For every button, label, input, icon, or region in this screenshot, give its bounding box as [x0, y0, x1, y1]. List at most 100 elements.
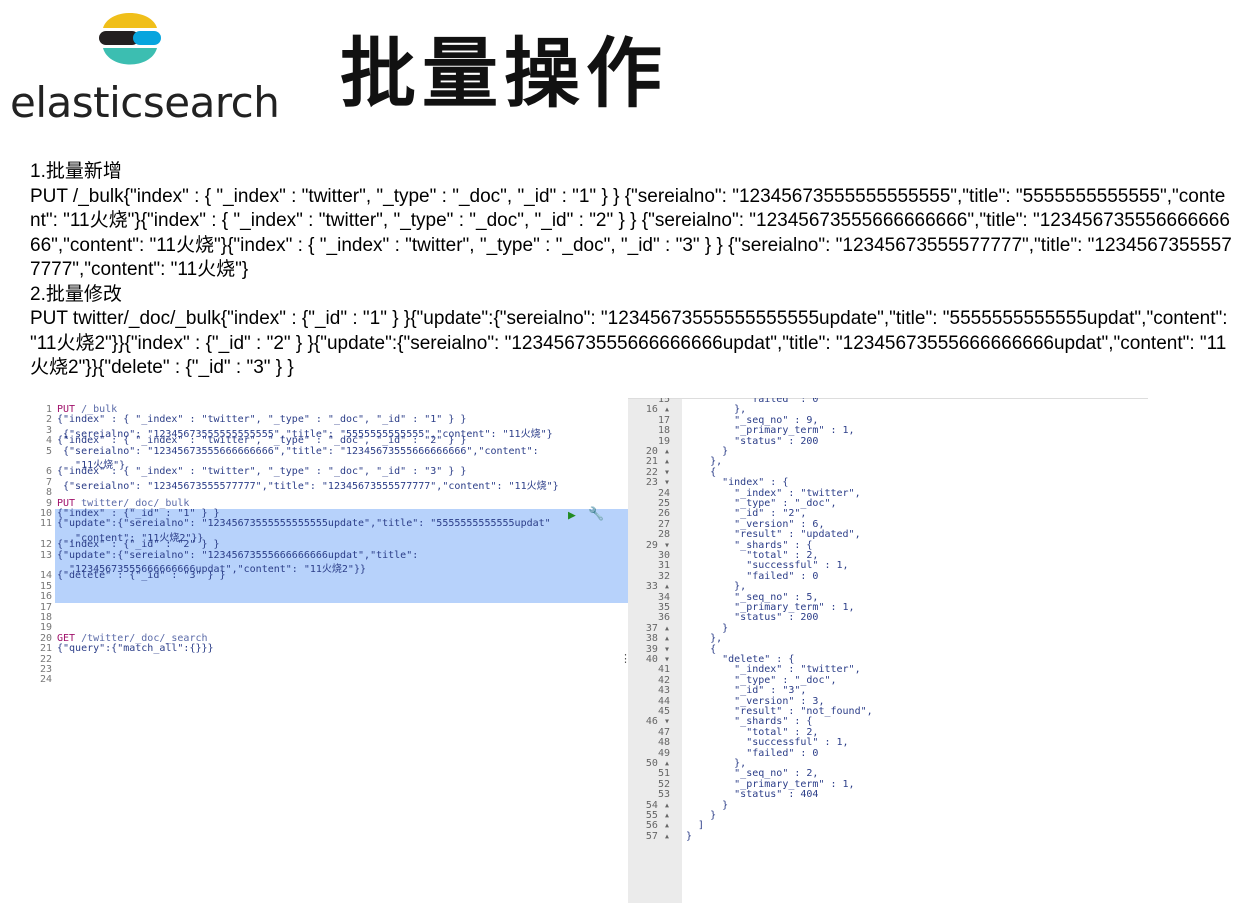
code-line[interactable]: PUT /_bulk	[57, 404, 117, 415]
response-line-number: 54 ▴	[645, 799, 670, 811]
response-line: "_seq_no" : 2,	[686, 768, 819, 780]
elasticsearch-logo-icon	[99, 13, 161, 65]
line-number: 18	[39, 612, 52, 623]
logo-wordmark: elasticsearch	[10, 78, 280, 127]
line-number: 2	[45, 414, 52, 426]
code-line[interactable]: {"index" : { "_index" : "twitter", "_typ…	[57, 435, 466, 446]
code-line[interactable]: {"index" : {"_id" : "1" } }	[57, 508, 220, 519]
response-line: ]	[686, 820, 705, 832]
line-number: 13	[39, 549, 52, 561]
response-line: },	[686, 758, 747, 769]
code-line[interactable]: {"index" : {"_id" : "2" } }	[57, 539, 220, 550]
response-line: "total" : 2,	[686, 726, 819, 738]
response-line-number: 29 ▾	[645, 539, 670, 551]
response-line-number: 42	[657, 674, 670, 686]
line-number: 10	[39, 508, 52, 519]
line-number: 3	[45, 424, 52, 436]
response-line-number: 57 ▴	[645, 830, 670, 842]
response-line-number: 48	[657, 737, 670, 749]
response-line: "_index" : "twitter",	[686, 487, 861, 499]
response-line: "_version" : 3,	[686, 695, 825, 707]
response-line-number: 19	[657, 435, 670, 447]
response-line-number: 55 ▴	[645, 810, 670, 821]
line-number: 15	[39, 580, 52, 592]
response-line: },	[686, 633, 723, 645]
response-line: "failed" : 0	[686, 570, 819, 582]
response-line: {	[686, 466, 717, 478]
code-line[interactable]: {"sereialno": "12345673555577777","title…	[57, 477, 559, 492]
response-line-number: 40 ▾	[645, 654, 670, 665]
response-line-number: 21 ▴	[645, 456, 670, 468]
code-line[interactable]: {"update":{"sereialno": "123456735555555…	[57, 518, 551, 529]
response-line-number: 22 ▾	[645, 466, 670, 478]
play-icon[interactable]: ▶	[568, 508, 576, 523]
code-line[interactable]: {"query":{"match_all":{}}}	[57, 643, 214, 654]
response-line-number: 47	[657, 726, 670, 738]
response-line: "status" : 200	[686, 612, 819, 624]
response-line-number: 38 ▴	[645, 633, 670, 645]
line-number: 19	[39, 622, 52, 634]
response-line-number: 37 ▴	[645, 622, 670, 634]
line-number: 21	[39, 643, 52, 655]
line-number: 6	[45, 466, 52, 478]
code-line[interactable]: PUT twitter/_doc/_bulk	[57, 498, 189, 509]
line-number: 22	[39, 653, 52, 665]
response-line: "status" : 200	[686, 435, 819, 447]
line-number: 23	[39, 664, 52, 675]
response-line: "failed" : 0	[686, 747, 819, 759]
response-line: "_shards" : {	[686, 539, 813, 551]
line-number: 1	[45, 404, 52, 415]
response-line-number: 39 ▾	[645, 643, 670, 655]
console-request-editor[interactable]: ▶ 🔧 1 PUT /_bulk 2 {"index" : { "_index" : …	[28, 398, 643, 903]
response-line-number: 45	[657, 706, 670, 717]
line-number: 8	[45, 487, 52, 499]
response-line: "successful" : 1,	[686, 560, 849, 572]
code-line[interactable]: {"index" : { "_index" : "twitter", "_typ…	[57, 414, 466, 425]
response-line-number: 26	[657, 508, 670, 520]
response-line-number: 34	[657, 591, 670, 603]
response-line: }	[686, 830, 693, 842]
code-line[interactable]: GET /twitter/_doc/_search	[57, 633, 208, 644]
code-line[interactable]: {"delete" : {"_id" : "3" } }	[57, 570, 226, 581]
response-line-number: 46 ▾	[645, 716, 670, 728]
line-number: 20	[39, 632, 52, 644]
code-line[interactable]: {"index" : { "_index" : "twitter", "_typ…	[57, 466, 466, 477]
response-line-number: 23 ▾	[645, 477, 670, 489]
response-line-number: 25	[657, 498, 670, 509]
line-number: 4	[45, 435, 52, 447]
response-line: "result" : "updated",	[686, 529, 861, 541]
response-line-number: 30	[657, 550, 670, 561]
response-line-number: 18	[657, 425, 670, 437]
response-line: "_primary_term" : 1,	[686, 425, 855, 437]
response-line: "_shards" : {	[686, 716, 813, 728]
response-line-number: 16 ▴	[645, 404, 670, 416]
response-line: "total" : 2,	[686, 550, 819, 561]
response-line: }	[686, 799, 729, 811]
response-line: {	[686, 643, 717, 655]
response-line-number: 27	[657, 518, 670, 530]
line-number: 16	[39, 591, 52, 603]
bulk-add-command: PUT /_bulk{"index" : { "_index" : "twitt…	[30, 185, 1232, 281]
response-line: "delete" : {	[686, 654, 795, 665]
response-line-number: 56 ▴	[645, 820, 670, 832]
response-line: "_seq_no" : 9,	[686, 414, 819, 426]
response-line: }	[686, 446, 729, 457]
response-line-number: 35	[657, 602, 670, 613]
response-line-number: 50 ▴	[645, 758, 670, 769]
line-number: 24	[39, 674, 52, 686]
line-number: 9	[45, 497, 52, 509]
response-line: "_index" : "twitter",	[686, 664, 861, 676]
response-line-number: 41	[657, 664, 670, 676]
response-line-number: 24	[657, 487, 670, 499]
response-line-number: 52	[657, 778, 670, 790]
response-line: }	[686, 810, 717, 821]
wrench-icon[interactable]: 🔧	[588, 507, 604, 522]
section-heading-bulk-update: 2.批量修改	[30, 283, 122, 305]
response-line-number: 36	[657, 612, 670, 624]
code-line[interactable]: {"sereialno": "12345673555666666666","ti…	[57, 446, 539, 457]
response-line: "index" : {	[686, 477, 789, 489]
code-line[interactable]: {"update":{"sereialno": "123456735556666…	[57, 550, 418, 561]
line-number: 17	[39, 601, 52, 613]
line-number: 14	[39, 570, 52, 582]
response-line: }	[686, 622, 729, 634]
